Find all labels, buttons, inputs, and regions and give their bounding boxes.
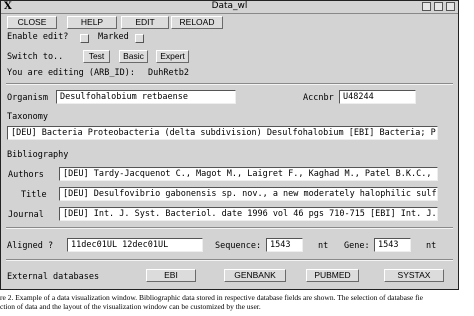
ebi-button[interactable]: EBI	[146, 269, 196, 282]
edit-button[interactable]: EDIT	[121, 16, 169, 29]
divider	[6, 227, 453, 229]
data-window: X Data_wl CLOSE HELP EDIT RELOAD Enable …	[0, 0, 459, 290]
caption-line-1: re 2. Example of a data visualization wi…	[0, 293, 423, 302]
switch-to-label: Switch to..	[7, 52, 64, 62]
help-button[interactable]: HELP	[67, 16, 117, 29]
title-bar: X Data_wl	[1, 1, 458, 14]
systax-button[interactable]: SYSTAX	[384, 269, 444, 282]
divider	[6, 259, 453, 261]
title-field[interactable]: [DEU] Desulfovibrio gabonensis sp. nov.,…	[59, 187, 438, 201]
taxonomy-field[interactable]: [DEU] Bacteria Proteobacteria (delta sub…	[7, 126, 438, 140]
editing-id: DuhRetb2	[148, 68, 189, 78]
gene-field[interactable]: 1543	[374, 238, 411, 252]
gene-label: Gene:	[344, 241, 370, 251]
authors-field[interactable]: [DEU] Tardy-Jacquenot C., Magot M., Laig…	[59, 167, 438, 181]
journal-field[interactable]: [DEU] Int. J. Syst. Bacteriol. date 1996…	[59, 207, 438, 221]
enable-edit-label: Enable edit?	[7, 32, 69, 42]
accnbr-field[interactable]: U48244	[339, 90, 416, 104]
editing-label: You are editing (ARB_ID):	[7, 68, 135, 78]
marked-toggle[interactable]	[135, 34, 144, 43]
pubmed-button[interactable]: PUBMED	[306, 269, 359, 282]
gene-unit: nt	[426, 241, 437, 251]
organism-field[interactable]: Desulfohalobium retbaense	[56, 90, 236, 104]
sequence-field[interactable]: 1543	[266, 238, 303, 252]
sequence-value: 1543	[270, 240, 291, 250]
minimize-icon[interactable]	[422, 2, 431, 11]
sequence-unit: nt	[318, 241, 329, 251]
journal-value: [DEU] Int. J. Syst. Bacteriol. date 1996…	[63, 209, 438, 219]
organism-value: Desulfohalobium retbaense	[60, 92, 188, 102]
organism-label: Organism	[7, 93, 48, 103]
test-button[interactable]: Test	[83, 50, 110, 63]
figure-caption: re 2. Example of a data visualization wi…	[0, 293, 474, 311]
external-databases-label: External databases	[7, 272, 100, 282]
bibliography-label: Bibliography	[7, 150, 69, 160]
window-title: Data_wl	[211, 1, 248, 11]
genbank-button[interactable]: GENBANK	[224, 269, 286, 282]
taxonomy-value: [DEU] Bacteria Proteobacteria (delta sub…	[11, 128, 438, 138]
enable-edit-toggle[interactable]	[80, 34, 89, 43]
accnbr-value: U48244	[343, 92, 374, 102]
taxonomy-label: Taxonomy	[7, 112, 48, 122]
reload-button[interactable]: RELOAD	[171, 16, 223, 29]
divider	[6, 83, 453, 85]
caption-line-2: ction of data and the layout of the visu…	[0, 302, 261, 311]
title-label: Title	[21, 190, 47, 200]
close-button[interactable]: CLOSE	[7, 16, 57, 29]
title-value: [DEU] Desulfovibrio gabonensis sp. nov.,…	[63, 189, 438, 199]
aligned-label: Aligned ?	[7, 241, 54, 251]
authors-label: Authors	[8, 170, 44, 180]
sequence-label: Sequence:	[215, 241, 262, 251]
basic-button[interactable]: Basic	[119, 50, 148, 63]
accnbr-label: Accnbr	[303, 93, 334, 103]
close-window-icon[interactable]	[446, 2, 455, 11]
maximize-icon[interactable]	[434, 2, 443, 11]
expert-button[interactable]: Expert	[156, 50, 189, 63]
gene-value: 1543	[378, 240, 399, 250]
aligned-value: 11dec01UL 12dec01UL	[71, 240, 169, 250]
authors-value: [DEU] Tardy-Jacquenot C., Magot M., Laig…	[63, 169, 438, 179]
aligned-field[interactable]: 11dec01UL 12dec01UL	[67, 238, 203, 252]
journal-label: Journal	[8, 210, 44, 220]
marked-label: Marked	[98, 32, 129, 42]
